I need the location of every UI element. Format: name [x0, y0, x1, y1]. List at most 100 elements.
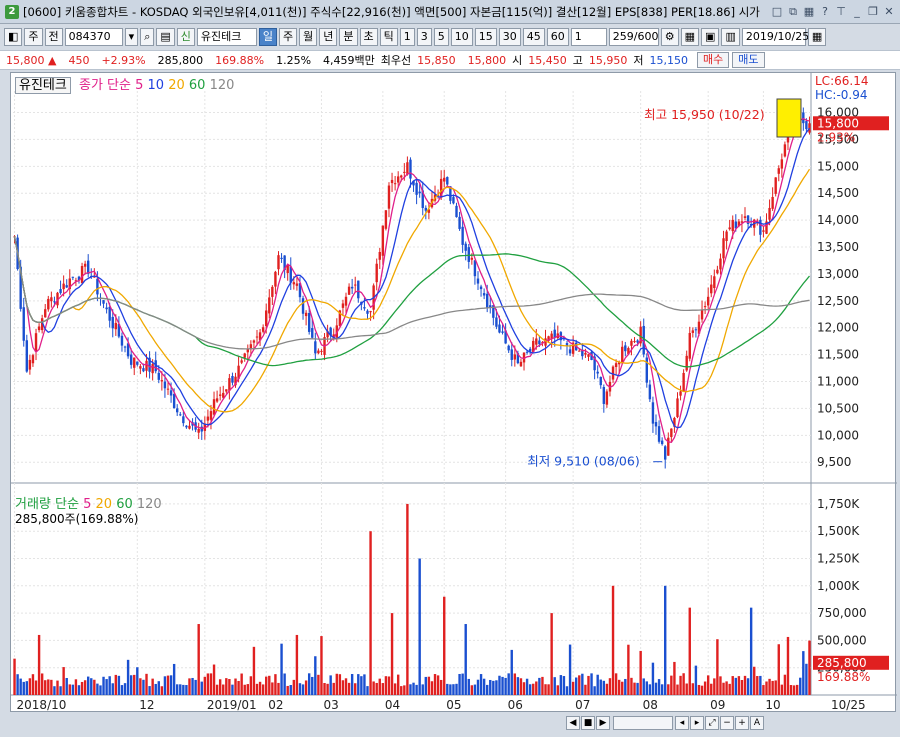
volume-bar [301, 684, 305, 695]
volume-bar [412, 682, 415, 695]
next-icon[interactable]: ▶ [596, 716, 610, 730]
volume-bar [332, 682, 335, 695]
prefix-button[interactable]: 전 [44, 28, 63, 46]
interval-input[interactable]: 1 [570, 28, 607, 46]
font-icon[interactable]: A [750, 716, 764, 730]
stock-code-input[interactable]: 084370 [64, 28, 123, 46]
period-year[interactable]: 년 [319, 28, 338, 46]
close-icon[interactable]: ✕ [882, 5, 896, 19]
candle-body [783, 144, 787, 157]
zoom-out-icon[interactable]: − [720, 716, 734, 730]
volume-bar [142, 679, 145, 695]
candle-body [59, 289, 62, 294]
data-count-input[interactable]: 259/600 [608, 28, 659, 46]
minimize-icon[interactable]: _ [850, 5, 864, 19]
pin-icon[interactable]: ⊤ [834, 5, 848, 19]
scroll-right-icon[interactable]: ▸ [690, 716, 704, 730]
candle-body [467, 247, 470, 262]
candle-body [37, 326, 41, 331]
interval-30[interactable]: 30 [498, 28, 521, 46]
period-second[interactable]: 초 [359, 28, 378, 46]
buy-button[interactable]: 매수 [697, 52, 730, 68]
interval-10[interactable]: 10 [450, 28, 473, 46]
volume-bar [639, 650, 642, 695]
volume-bar [390, 613, 394, 695]
interval-5[interactable]: 5 [433, 28, 449, 46]
interval-3[interactable]: 3 [416, 28, 432, 46]
layout-icon[interactable]: ▥ [721, 28, 740, 46]
volume-bar [541, 676, 544, 695]
volume-bar [495, 680, 498, 695]
volume-bar [559, 675, 563, 695]
grid-icon[interactable]: ▦ [802, 5, 816, 19]
volume-bar [157, 681, 160, 695]
minimize-small-icon[interactable]: □ [770, 5, 784, 19]
candle-body [768, 207, 771, 220]
help-icon[interactable]: ? [818, 5, 832, 19]
last-pct-tag: 2.93% [817, 130, 855, 144]
volume-bar [575, 677, 578, 695]
x-tick-label: 09 [710, 698, 725, 712]
candle-body [96, 278, 99, 295]
volume-bar [286, 685, 289, 695]
volume-bar [215, 684, 219, 695]
interval-1[interactable]: 1 [399, 28, 415, 46]
volume-bar [237, 680, 240, 695]
candle-body [473, 260, 477, 277]
period-minute[interactable]: 분 [339, 28, 358, 46]
interval-45[interactable]: 45 [522, 28, 545, 46]
period-month[interactable]: 월 [299, 28, 318, 46]
volume-bar [710, 683, 713, 695]
volume-bar [768, 678, 771, 695]
volume-bar [28, 678, 32, 695]
zoom-icon[interactable]: ⤢ [705, 716, 719, 730]
candle-body [602, 387, 606, 404]
link-icon[interactable]: ⧉ [786, 5, 800, 19]
stock-name-field[interactable]: 유진테크 [196, 28, 257, 46]
candle-body [664, 446, 667, 460]
candle-body [120, 335, 124, 346]
period-day[interactable]: 일 [258, 28, 278, 46]
mode-select[interactable]: 주 [24, 28, 43, 46]
candle-body [498, 324, 501, 333]
calc-icon[interactable]: ▤ [156, 28, 175, 46]
interval-60[interactable]: 60 [546, 28, 569, 46]
chart-area[interactable]: 16,000 15,500 15,000 14,500 14,000 13,500 13,0… [10, 72, 897, 713]
search-icon[interactable]: ⌕ [140, 28, 155, 46]
zoom-in-icon[interactable]: + [735, 716, 749, 730]
dropdown-icon[interactable]: ▾ [124, 28, 139, 46]
calendar-icon[interactable]: ▦ [807, 28, 827, 46]
period-tick[interactable]: 틱 [379, 28, 398, 46]
candle-body [396, 176, 400, 183]
date-input[interactable]: 2019/10/25 [741, 28, 809, 46]
restore-icon[interactable]: ❐ [866, 5, 880, 19]
lc-label: LC:66.14 [815, 74, 868, 88]
grid-toggle-icon[interactable]: ▦ [680, 28, 700, 46]
candle-body [759, 219, 762, 235]
volume-bar [252, 646, 256, 695]
volume-bar [458, 673, 461, 695]
volume-bar [111, 683, 114, 695]
candle-body [722, 238, 725, 259]
interval-15[interactable]: 15 [474, 28, 497, 46]
scrollbar[interactable] [613, 716, 673, 730]
stop-icon[interactable]: ■ [581, 716, 595, 730]
period-week[interactable]: 주 [279, 28, 298, 46]
volume-bar [737, 676, 741, 695]
volume-bar [670, 675, 673, 695]
stock-label[interactable]: 유진테크 [15, 77, 71, 94]
price-tick-label: 14,000 [817, 213, 859, 227]
settings-icon[interactable]: ⚙ [660, 28, 679, 46]
volume-bar [651, 662, 655, 695]
sell-button[interactable]: 매도 [732, 52, 765, 68]
save-icon[interactable]: ▣ [701, 28, 720, 46]
candle-body [215, 398, 219, 402]
scroll-left-icon[interactable]: ◂ [675, 716, 689, 730]
volume-bar [673, 661, 676, 695]
stock-chart[interactable]: 16,00015,50015,00014,50014,00013,50013,0… [11, 73, 897, 713]
first-icon[interactable]: ◀ [566, 716, 580, 730]
chart-menu-icon[interactable]: ◧ [4, 28, 23, 46]
volume-bar [179, 684, 182, 695]
volume-bar [59, 686, 62, 695]
volume-bar [19, 678, 22, 695]
